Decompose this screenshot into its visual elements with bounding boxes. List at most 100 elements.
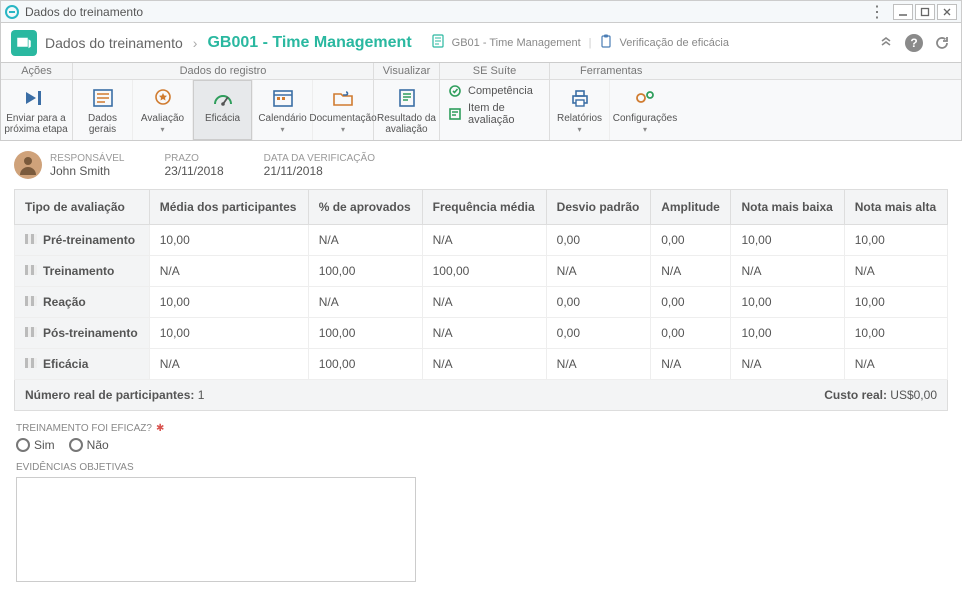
relatorios-button[interactable]: Relatórios ▾ bbox=[550, 80, 610, 140]
radio-circle-icon bbox=[16, 438, 30, 452]
ribbon-label: Configurações bbox=[613, 113, 677, 124]
table-cell: N/A bbox=[844, 256, 947, 287]
table-cell: 10,00 bbox=[844, 225, 947, 256]
table-header-cell[interactable]: Nota mais alta bbox=[844, 190, 947, 225]
radio-nao-label: Não bbox=[87, 438, 109, 452]
table-cell: N/A bbox=[546, 256, 651, 287]
ribbon-group-header: Dados do registro bbox=[73, 63, 373, 80]
competencia-icon bbox=[448, 84, 462, 98]
table-cell: N/A bbox=[844, 349, 947, 380]
table-cell: N/A bbox=[651, 349, 731, 380]
se-label: Item de avaliação bbox=[468, 102, 541, 126]
table-header-cell[interactable]: Frequência média bbox=[422, 190, 546, 225]
table-cell: 0,00 bbox=[651, 225, 731, 256]
form-icon bbox=[90, 87, 116, 109]
collapse-up-icon[interactable] bbox=[877, 34, 895, 52]
table-footer: Número real de participantes: 1 Custo re… bbox=[14, 380, 948, 411]
table-cell: N/A bbox=[308, 287, 422, 318]
configuracoes-button[interactable]: Configurações ▾ bbox=[610, 80, 680, 140]
printer-icon bbox=[567, 87, 593, 109]
table-cell: 0,00 bbox=[546, 318, 651, 349]
documentacao-button[interactable]: Documentação ▾ bbox=[313, 80, 373, 140]
calendario-button[interactable]: Calendário ▾ bbox=[253, 80, 313, 140]
table-cell: N/A bbox=[149, 349, 308, 380]
table-header-cell[interactable]: % de aprovados bbox=[308, 190, 422, 225]
radio-circle-icon bbox=[69, 438, 83, 452]
table-cell: 10,00 bbox=[731, 318, 844, 349]
table-header-cell[interactable]: Amplitude bbox=[651, 190, 731, 225]
se-label: Competência bbox=[468, 85, 533, 97]
eficacia-button[interactable]: Eficácia bbox=[193, 80, 253, 140]
clipboard-mini-icon bbox=[600, 34, 612, 51]
eficaz-question-label: TREINAMENTO FOI EFICAZ? ✱ bbox=[16, 423, 946, 434]
table-cell: 10,00 bbox=[844, 287, 947, 318]
table-cell: N/A bbox=[422, 225, 546, 256]
gears-icon bbox=[632, 87, 658, 109]
breadcrumb-mini-1[interactable]: GB01 - Time Management bbox=[452, 37, 581, 49]
table-cell: N/A bbox=[546, 349, 651, 380]
table-row[interactable]: Pós-treinamento10,00100,00N/A0,000,0010,… bbox=[15, 318, 948, 349]
help-icon[interactable]: ? bbox=[905, 34, 923, 52]
breadcrumb-mini-2[interactable]: Verificação de eficácia bbox=[620, 37, 729, 49]
ribbon-group-header: Visualizar bbox=[374, 63, 439, 80]
refresh-icon[interactable] bbox=[933, 34, 951, 52]
ribbon-label: Avaliação bbox=[141, 113, 184, 124]
table-row[interactable]: EficáciaN/A100,00N/AN/AN/AN/AN/A bbox=[15, 349, 948, 380]
maximize-button[interactable] bbox=[915, 4, 935, 20]
evidencias-textarea[interactable] bbox=[16, 477, 416, 582]
table-cell: 10,00 bbox=[149, 287, 308, 318]
table-cell: 10,00 bbox=[149, 225, 308, 256]
ribbon-label: Dados gerais bbox=[75, 113, 130, 135]
table-rowlabel-cell: Pós-treinamento bbox=[15, 318, 150, 349]
radio-sim[interactable]: Sim bbox=[16, 438, 55, 452]
footer-left-value: 1 bbox=[194, 388, 204, 402]
close-button[interactable] bbox=[937, 4, 957, 20]
flag-icon bbox=[25, 295, 37, 309]
gauge-icon bbox=[210, 87, 236, 109]
table-cell: 0,00 bbox=[546, 287, 651, 318]
table-row[interactable]: TreinamentoN/A100,00100,00N/AN/AN/AN/A bbox=[15, 256, 948, 287]
app-icon bbox=[5, 5, 19, 19]
resultado-avaliacao-button[interactable]: Resultado da avaliação bbox=[374, 80, 439, 140]
info-strip: RESPONSÁVEL John Smith PRAZO 23/11/2018 … bbox=[0, 141, 962, 189]
chevron-down-icon: ▾ bbox=[577, 125, 581, 134]
enviar-proxima-etapa-button[interactable]: Enviar para a próxima etapa bbox=[1, 80, 71, 140]
table-header-cell[interactable]: Desvio padrão bbox=[546, 190, 651, 225]
responsavel-value: John Smith bbox=[50, 164, 124, 178]
table-body: Pré-treinamento10,00N/AN/A0,000,0010,001… bbox=[15, 225, 948, 380]
chevron-down-icon: ▾ bbox=[280, 125, 284, 134]
breadcrumb-current: GB001 - Time Management bbox=[207, 34, 411, 52]
kebab-menu-icon[interactable]: ⋮ bbox=[869, 2, 885, 22]
table-row[interactable]: Pré-treinamento10,00N/AN/A0,000,0010,001… bbox=[15, 225, 948, 256]
verificacao-value: 21/11/2018 bbox=[264, 164, 375, 178]
table-cell: 10,00 bbox=[731, 287, 844, 318]
footer-right-value: US$0,00 bbox=[887, 388, 937, 402]
ribbon-group-header: Ferramentas bbox=[550, 63, 961, 80]
radio-nao[interactable]: Não bbox=[69, 438, 109, 452]
ribbon-group-ferramentas: Ferramentas Relatórios ▾ Configurações ▾ bbox=[550, 63, 961, 140]
table-cell: 0,00 bbox=[651, 318, 731, 349]
footer-right-label: Custo real: bbox=[824, 388, 887, 402]
breadcrumb-root[interactable]: Dados do treinamento bbox=[45, 35, 183, 51]
table-cell: N/A bbox=[422, 349, 546, 380]
header-bar: Dados do treinamento › GB001 - Time Mana… bbox=[0, 23, 962, 63]
avaliacao-button[interactable]: Avaliação ▾ bbox=[133, 80, 193, 140]
item-avaliacao-link[interactable]: Item de avaliação bbox=[448, 102, 541, 126]
dados-gerais-button[interactable]: Dados gerais bbox=[73, 80, 133, 140]
table-header-cell[interactable]: Nota mais baixa bbox=[731, 190, 844, 225]
table-row[interactable]: Reação10,00N/AN/A0,000,0010,0010,00 bbox=[15, 287, 948, 318]
report-icon bbox=[394, 87, 420, 109]
competencia-link[interactable]: Competência bbox=[448, 84, 541, 98]
eficaz-label-text: TREINAMENTO FOI EFICAZ? bbox=[16, 423, 152, 434]
folder-attach-icon bbox=[330, 87, 356, 109]
table-header-cell[interactable]: Média dos participantes bbox=[149, 190, 308, 225]
required-icon: ✱ bbox=[156, 423, 164, 434]
table-header-cell[interactable]: Tipo de avaliação bbox=[15, 190, 150, 225]
chevron-down-icon: ▾ bbox=[643, 125, 647, 134]
chevron-down-icon: ▾ bbox=[160, 125, 164, 134]
minimize-button[interactable] bbox=[893, 4, 913, 20]
doc-mini-icon bbox=[432, 34, 444, 51]
chevron-right-icon: › bbox=[193, 35, 198, 51]
table-cell: N/A bbox=[422, 318, 546, 349]
window-title: Dados do treinamento bbox=[25, 5, 143, 19]
